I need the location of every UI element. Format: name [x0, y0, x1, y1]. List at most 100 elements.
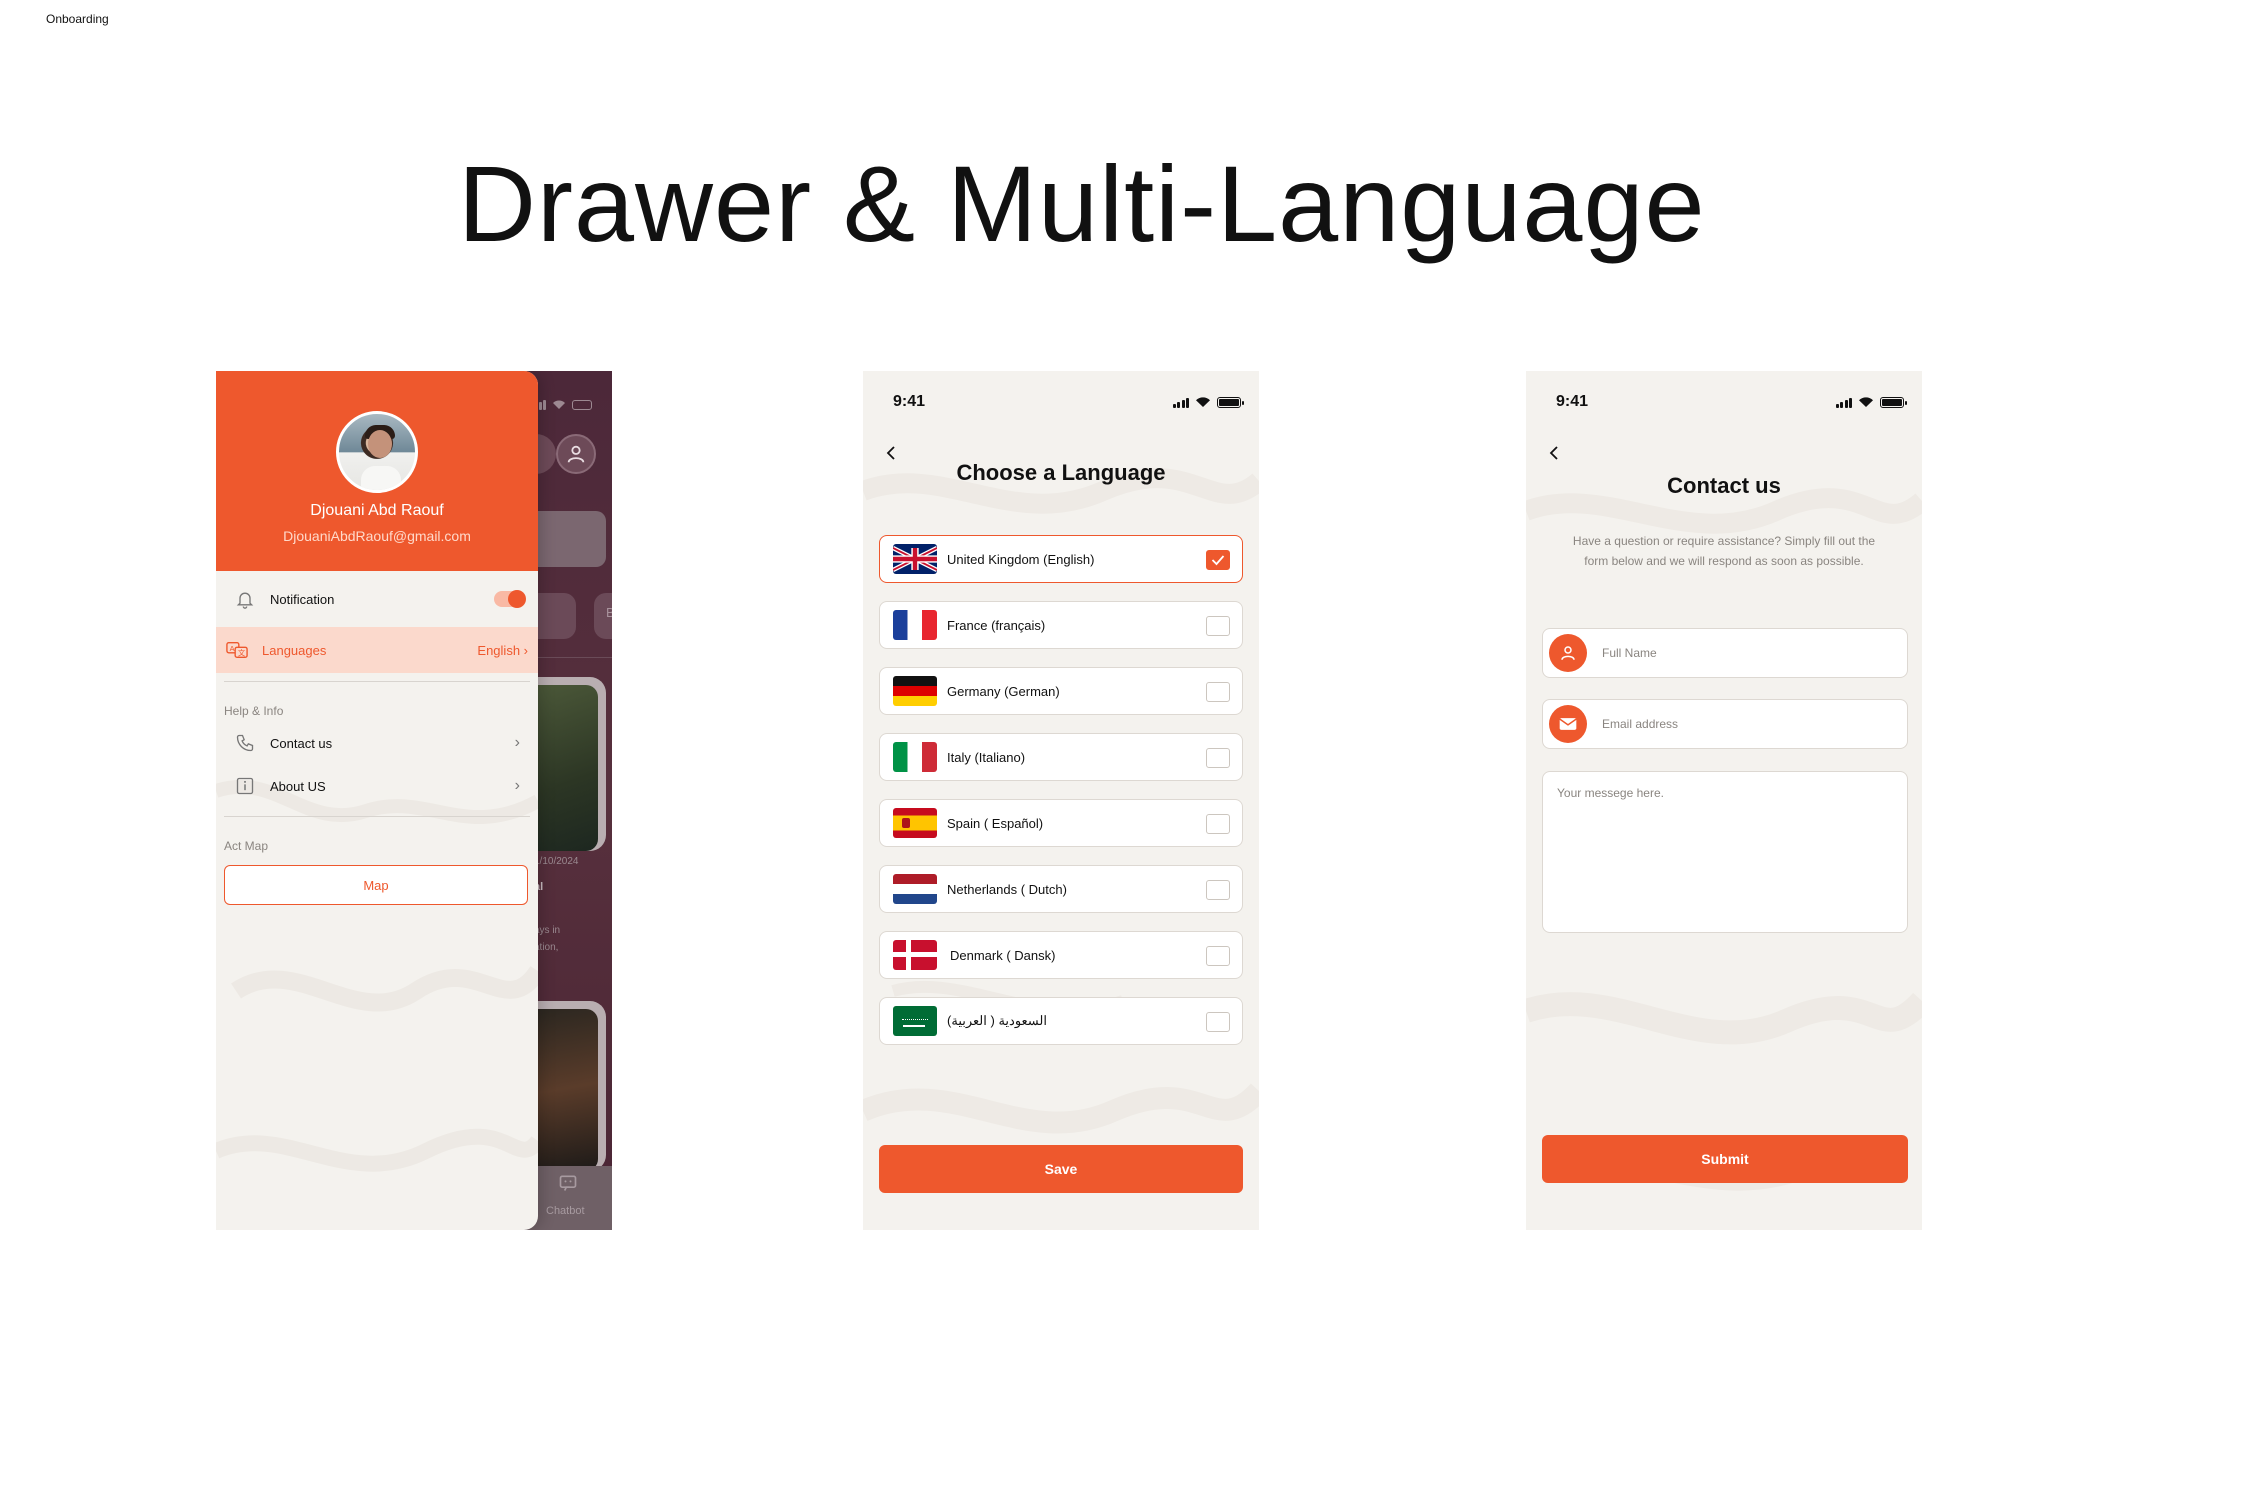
bell-icon — [234, 588, 256, 610]
info-icon — [234, 775, 256, 797]
checkbox[interactable] — [1206, 616, 1230, 636]
user-icon — [1549, 634, 1587, 672]
language-label: Netherlands ( Dutch) — [947, 881, 1067, 897]
contact-subtitle: Have a question or require assistance? S… — [1572, 534, 1876, 568]
denmark-flag-icon — [893, 940, 937, 970]
checkbox-checked[interactable] — [1206, 550, 1230, 570]
language-label: Spain ( Español) — [947, 815, 1044, 831]
language-label: Italy (Italiano) — [947, 749, 1026, 765]
status-time: 9:41 — [893, 393, 926, 410]
full-name-placeholder: Full Name — [1602, 646, 1657, 660]
background-search-bar — [526, 511, 606, 567]
signal-icon — [1835, 397, 1852, 408]
screen-title: Contact us — [1667, 473, 1781, 498]
background-status-icons — [529, 399, 592, 410]
checkbox[interactable] — [1206, 682, 1230, 702]
user-email: DjouaniAbdRaouf@gmail.com — [283, 528, 471, 544]
checkbox[interactable] — [1206, 814, 1230, 834]
language-option-netherlands[interactable]: Netherlands ( Dutch) — [879, 865, 1243, 913]
chevron-right-icon: › — [514, 734, 520, 751]
language-label: (العربية ) السعودية — [947, 1013, 1047, 1028]
current-language: English › — [477, 642, 528, 658]
divider — [224, 816, 530, 817]
email-placeholder: Email address — [1602, 717, 1679, 731]
language-label: Germany (German) — [947, 683, 1060, 699]
svg-text:文: 文 — [238, 649, 246, 658]
language-option-denmark[interactable]: Denmark ( Dansk) — [879, 931, 1243, 979]
saudi-flag-icon — [893, 1006, 937, 1036]
language-option-france[interactable]: France (français) — [879, 601, 1243, 649]
sidebar-item-contact[interactable]: Contact us › — [224, 723, 530, 763]
screen-title: Choose a Language — [956, 460, 1166, 485]
message-field[interactable]: Your messege here. — [1542, 771, 1908, 933]
navigation-drawer: Djouani Abd Raouf DjouaniAbdRaouf@gmail.… — [216, 371, 538, 1230]
notification-toggle[interactable] — [494, 590, 526, 608]
page-title: Drawer & Multi-Language — [458, 143, 1706, 264]
translate-icon: A文 — [226, 639, 248, 661]
status-bar: 9:41 — [863, 371, 1259, 421]
save-button[interactable]: Save — [879, 1145, 1243, 1193]
chevron-left-icon — [886, 446, 895, 460]
language-label: France (français) — [947, 617, 1046, 633]
checkmark-icon — [1211, 555, 1225, 566]
background-card-date: 1/10/2024 — [534, 856, 579, 867]
avatar[interactable] — [336, 411, 418, 493]
notification-label: Notification — [270, 591, 335, 607]
map-button[interactable]: Map — [224, 865, 528, 905]
back-button[interactable] — [1542, 441, 1566, 465]
battery-icon — [1217, 397, 1244, 408]
language-option-saudi[interactable]: (العربية ) السعودية — [879, 997, 1243, 1045]
uk-flag-icon — [893, 544, 937, 574]
contact-label: Contact us — [270, 735, 333, 751]
section-help-info: Help & Info — [224, 704, 284, 718]
full-name-field[interactable]: Full Name — [1542, 628, 1908, 678]
submit-button[interactable]: Submit — [1542, 1135, 1908, 1183]
language-option-uk[interactable]: United Kingdom (English) — [879, 535, 1243, 583]
battery-icon — [1880, 397, 1907, 408]
tab-chatbot[interactable]: Chatbot — [546, 1205, 585, 1217]
drawer-screen: B 1/10/2024 al ays in ation, Chatbot Djo… — [216, 371, 612, 1230]
language-option-spain[interactable]: Spain ( Español) — [879, 799, 1243, 847]
checkbox[interactable] — [1206, 748, 1230, 768]
checkbox[interactable] — [1206, 946, 1230, 966]
mail-icon — [1549, 705, 1587, 743]
chatbot-icon[interactable] — [558, 1173, 578, 1198]
status-bar: 9:41 — [1526, 371, 1922, 421]
sidebar-item-languages[interactable]: A文 Languages English › — [216, 627, 538, 673]
language-screen: 9:41 Choose a Language United Kingdom (E… — [863, 371, 1259, 1230]
language-option-italy[interactable]: Italy (Italiano) — [879, 733, 1243, 781]
spain-flag-icon — [893, 808, 937, 838]
phone-icon — [234, 732, 256, 754]
wifi-icon — [1859, 397, 1873, 407]
profile-icon[interactable] — [556, 434, 596, 474]
italy-flag-icon — [893, 742, 937, 772]
status-time: 9:41 — [1556, 393, 1589, 410]
notification-row: Notification — [224, 579, 530, 619]
signal-icon — [1172, 397, 1189, 408]
background-chip-text: B — [606, 605, 612, 620]
sidebar-item-about[interactable]: About US › — [224, 766, 530, 806]
france-flag-icon — [893, 610, 937, 640]
checkbox[interactable] — [1206, 1012, 1230, 1032]
background-divider — [536, 657, 612, 658]
chevron-right-icon: › — [514, 777, 520, 794]
languages-label: Languages — [262, 642, 327, 658]
chevron-left-icon — [1549, 446, 1558, 460]
frame-label: Onboarding — [46, 12, 109, 26]
section-act-map: Act Map — [224, 839, 269, 853]
language-label: United Kingdom (English) — [947, 551, 1095, 567]
about-label: About US — [270, 778, 326, 794]
wifi-icon — [1196, 397, 1210, 407]
user-name: Djouani Abd Raouf — [310, 502, 444, 519]
contact-screen: 9:41 Contact us Have a question or requi… — [1526, 371, 1922, 1230]
message-placeholder: Your messege here. — [1557, 786, 1664, 800]
divider — [224, 681, 530, 682]
svg-text:A: A — [230, 644, 235, 653]
language-option-germany[interactable]: Germany (German) — [879, 667, 1243, 715]
germany-flag-icon — [893, 676, 937, 706]
netherlands-flag-icon — [893, 874, 937, 904]
email-field[interactable]: Email address — [1542, 699, 1908, 749]
language-label: Denmark ( Dansk) — [950, 947, 1056, 963]
checkbox[interactable] — [1206, 880, 1230, 900]
drawer-header: Djouani Abd Raouf DjouaniAbdRaouf@gmail.… — [216, 371, 538, 571]
